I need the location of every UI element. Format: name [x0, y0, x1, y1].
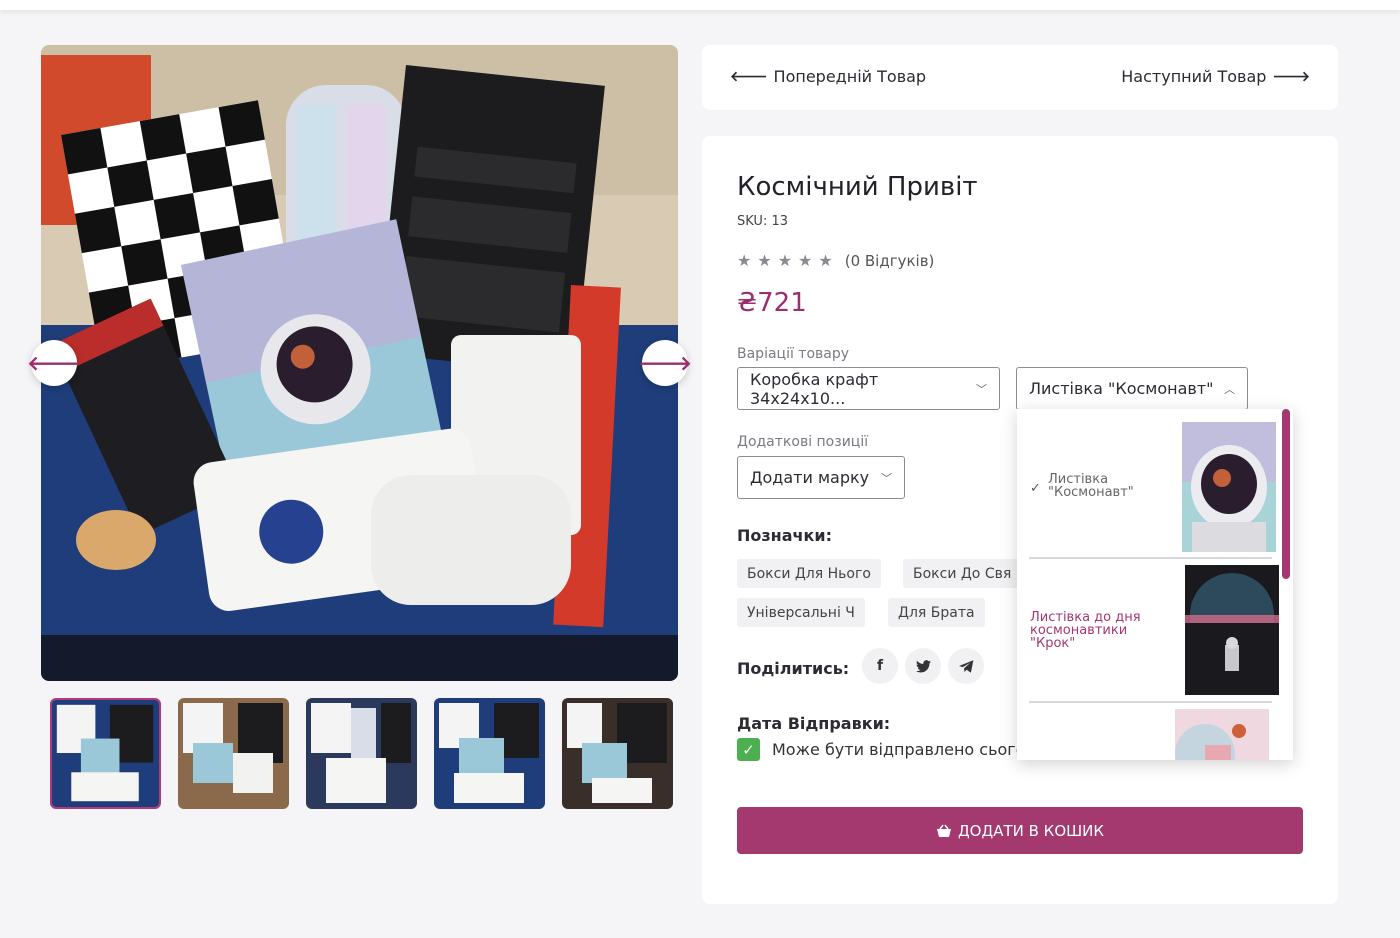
- chevron-up-icon: ︿: [1224, 382, 1235, 396]
- star-icon: ★: [777, 251, 793, 270]
- gallery-next-button[interactable]: 🡒: [638, 340, 692, 386]
- add-stamp-value: Додати марку: [750, 468, 870, 487]
- thumbnail-3[interactable]: [306, 698, 417, 809]
- twitter-icon[interactable]: [905, 648, 941, 684]
- add-stamp-select[interactable]: Додати марку ﹀: [737, 456, 905, 499]
- product-rating: ★ ★ ★ ★ ★ (0 Відгуків): [737, 251, 934, 270]
- shipping-date-label: Дата Відправки:: [737, 714, 891, 733]
- card-variation-value: Листівка "Космонавт": [1029, 379, 1214, 398]
- option-label: Листівка "Космонавт": [1048, 472, 1134, 500]
- thumbnail-5[interactable]: [562, 698, 673, 809]
- arrow-right-icon: 🡒: [1272, 69, 1310, 85]
- tag-holiday-boxes[interactable]: Бокси До Свя: [903, 559, 1022, 588]
- star-icon: ★: [818, 251, 833, 270]
- option-image-third: [1175, 709, 1269, 760]
- arrow-left-icon: 🡐: [730, 69, 768, 85]
- chevron-down-icon: ﹀: [881, 471, 892, 485]
- add-to-cart-button[interactable]: ДОДАТИ В КОШИК: [737, 807, 1303, 854]
- chevron-down-icon: ﹀: [976, 382, 987, 396]
- prev-product-label: Попередній Товар: [773, 67, 927, 86]
- tag-for-brother[interactable]: Для Брата: [888, 598, 985, 627]
- dropdown-option-cosmonaut[interactable]: ✓ Листівка "Космонавт": [1017, 409, 1282, 559]
- top-bar: [0, 0, 1400, 10]
- next-product-link[interactable]: Наступний Товар 🡒: [1121, 67, 1310, 86]
- shipping-note: Може бути відправлено сього: [772, 740, 1026, 759]
- tag-boxes-for-him[interactable]: Бокси Для Нього: [737, 559, 881, 588]
- basket-icon: [936, 824, 951, 837]
- star-icon: ★: [757, 251, 772, 270]
- thumbnail-4[interactable]: [434, 698, 545, 809]
- star-icon: ★: [798, 251, 813, 270]
- rating-stars: ★ ★ ★ ★ ★: [737, 251, 833, 270]
- card-variation-dropdown: ✓ Листівка "Космонавт" Листівка до дня к…: [1017, 409, 1293, 760]
- shipping-checkbox[interactable]: ✓: [737, 738, 760, 761]
- box-variation-value: Коробка крафт 34х24х10...: [750, 369, 879, 408]
- additional-items-label: Додаткові позиції: [737, 434, 869, 450]
- star-icon: ★: [737, 251, 752, 270]
- dropdown-option-next[interactable]: [1017, 705, 1282, 760]
- product-sku: SKU: 13: [737, 214, 788, 229]
- tag-universal[interactable]: Універсальні Ч: [737, 598, 865, 627]
- product-navigation: 🡐 Попередній Товар Наступний Товар 🡒: [702, 45, 1338, 110]
- box-variation-select[interactable]: Коробка крафт 34х24х10... ﹀: [737, 367, 1000, 410]
- next-product-label: Наступний Товар: [1121, 67, 1267, 86]
- telegram-icon[interactable]: [948, 648, 984, 684]
- add-to-cart-label: ДОДАТИ В КОШИК: [957, 821, 1105, 840]
- product-main-image: [41, 45, 678, 681]
- product-price: ₴721: [737, 288, 807, 318]
- dropdown-divider: [1029, 557, 1272, 559]
- option-image-cosmonaut: [1182, 422, 1276, 552]
- thumbnail-1[interactable]: [50, 698, 161, 809]
- card-variation-select[interactable]: Листівка "Космонавт" ︿: [1016, 367, 1248, 410]
- variations-label: Варіації товару: [737, 346, 850, 362]
- tags-label: Позначки:: [737, 526, 832, 545]
- shipping-row: ✓ Може бути відправлено сього: [737, 738, 1025, 761]
- option-image-krok: [1185, 565, 1279, 695]
- checkmark-icon: ✓: [1030, 481, 1041, 496]
- dropdown-divider: [1029, 701, 1272, 703]
- facebook-icon[interactable]: f: [862, 648, 898, 684]
- prev-product-link[interactable]: 🡐 Попередній Товар: [730, 67, 926, 86]
- option-label: Листівка до дня космонавтики "Крок": [1030, 610, 1141, 651]
- product-title: Космічний Привіт: [737, 172, 978, 202]
- gallery-prev-button[interactable]: 🡐: [27, 340, 81, 386]
- thumbnail-2[interactable]: [178, 698, 289, 809]
- reviews-count-link[interactable]: (0 Відгуків): [845, 252, 935, 270]
- share-label: Поділитись:: [737, 659, 850, 678]
- dropdown-option-krok[interactable]: Листівка до дня космонавтики "Крок": [1017, 561, 1282, 701]
- dropdown-scrollbar[interactable]: [1282, 409, 1290, 579]
